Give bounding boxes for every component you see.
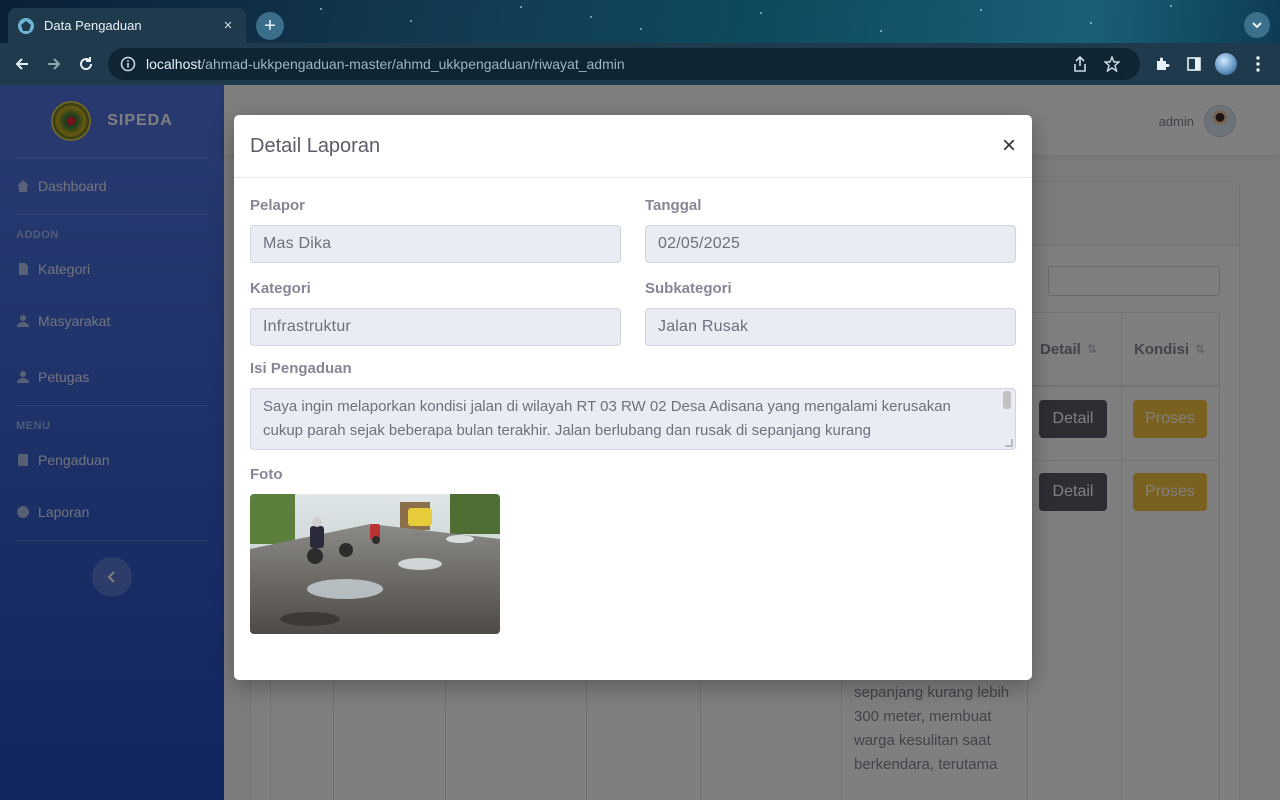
page-content: SIPEDA Dashboard ADDON Kategori Masyarak…: [0, 85, 1280, 800]
pelapor-field[interactable]: Mas Dika: [250, 225, 621, 263]
site-favicon-icon: [18, 17, 34, 34]
modal-title: Detail Laporan: [250, 134, 381, 157]
pelapor-group: Pelapor Mas Dika: [250, 194, 621, 263]
tab-title: Data Pengaduan: [44, 18, 142, 33]
bookmark-star-icon[interactable]: [1096, 52, 1128, 76]
isi-pengaduan-text: Saya ingin melaporkan kondisi jalan di w…: [263, 398, 951, 439]
url-host: localhost: [146, 56, 202, 72]
subkategori-label: Subkategori: [645, 280, 732, 297]
tanggal-group: Tanggal 02/05/2025: [645, 194, 1016, 263]
browser-tab-strip: Data Pengaduan × +: [0, 0, 1280, 43]
url-text: localhost/ahmad-ukkpengaduan-master/ahmd…: [146, 56, 1064, 72]
profile-avatar-icon[interactable]: [1210, 48, 1242, 80]
browser-menu-kebab-icon[interactable]: [1242, 48, 1274, 80]
isi-pengaduan-label: Isi Pengaduan: [250, 360, 352, 377]
foto-label: Foto: [250, 466, 283, 483]
url-path: /ahmad-ukkpengaduan-master/ahmd_ukkpenga…: [201, 56, 625, 72]
side-panel-icon[interactable]: [1178, 48, 1210, 80]
report-photo: [250, 494, 500, 634]
subkategori-field[interactable]: Jalan Rusak: [645, 308, 1016, 346]
modal-body: Pelapor Mas Dika Tanggal 02/05/2025 Kate…: [234, 178, 1032, 650]
isi-pengaduan-textarea[interactable]: Saya ingin melaporkan kondisi jalan di w…: [250, 388, 1016, 450]
tab-search-chevron-icon[interactable]: [1244, 12, 1270, 38]
detail-modal: Detail Laporan × Pelapor Mas Dika Tangga…: [234, 115, 1032, 680]
subkategori-group: Subkategori Jalan Rusak: [645, 277, 1016, 346]
back-arrow-icon[interactable]: [6, 48, 38, 80]
new-tab-button[interactable]: +: [256, 12, 284, 40]
tab-close-icon[interactable]: ×: [220, 17, 236, 34]
site-info-icon[interactable]: [120, 56, 136, 72]
pelapor-label: Pelapor: [250, 197, 306, 214]
share-icon[interactable]: [1064, 52, 1096, 76]
textarea-resize-handle[interactable]: [1005, 439, 1013, 447]
kategori-label: Kategori: [250, 280, 311, 297]
kategori-field[interactable]: Infrastruktur: [250, 308, 621, 346]
forward-arrow-icon[interactable]: [38, 48, 70, 80]
modal-header: Detail Laporan ×: [234, 115, 1032, 178]
reload-icon[interactable]: [70, 48, 102, 80]
browser-toolbar: localhost/ahmad-ukkpengaduan-master/ahmd…: [0, 43, 1280, 85]
address-bar[interactable]: localhost/ahmad-ukkpengaduan-master/ahmd…: [108, 48, 1140, 80]
textarea-scrollbar[interactable]: [1003, 391, 1011, 409]
tanggal-field[interactable]: 02/05/2025: [645, 225, 1016, 263]
extensions-puzzle-icon[interactable]: [1146, 48, 1178, 80]
tanggal-label: Tanggal: [645, 197, 702, 214]
modal-close-icon[interactable]: ×: [1002, 134, 1016, 158]
kategori-group: Kategori Infrastruktur: [250, 277, 621, 346]
browser-tab-active[interactable]: Data Pengaduan ×: [8, 8, 246, 43]
